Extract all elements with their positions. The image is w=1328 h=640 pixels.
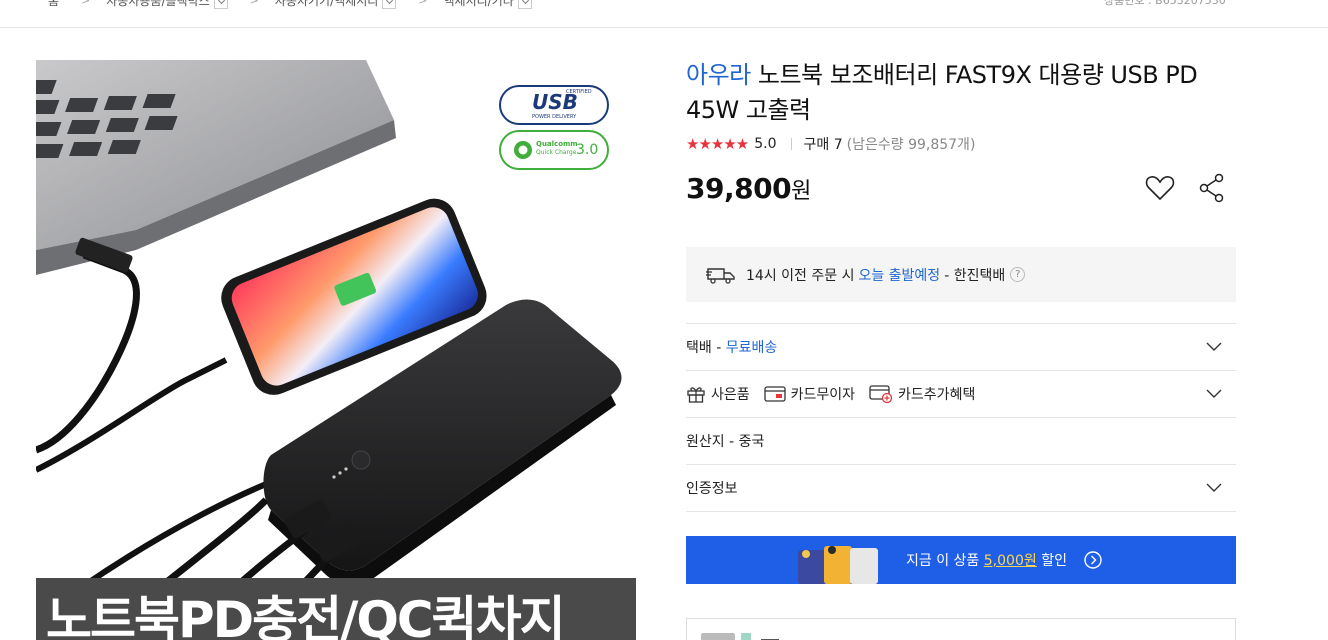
chevron-down-icon[interactable] [1206,385,1222,401]
price-row: 39,800원 [686,172,1236,216]
share-icon[interactable] [1196,172,1228,204]
purchase-count: 구매 7 [803,137,843,153]
breadcrumb-bar: 홈 > 자동차용품/블랙박스 > 자동차기기/액세서리 > 액세서리/기타 상품… [0,0,1328,28]
breadcrumb-label: 액세서리/기타 [443,0,514,8]
delivery-label: 택배 - [686,340,722,356]
usb-certified-label: CERTIFIED [566,89,592,95]
delivery-row[interactable]: 택배 - 무료배송 [686,324,1236,371]
benefit-gift-label: 사은품 [711,387,750,403]
price: 39,800원 [686,172,811,205]
breadcrumb-home[interactable]: 홈 [48,0,59,9]
benefit-installment-label: 카드무이자 [790,387,856,403]
chevron-down-icon[interactable] [1206,338,1222,354]
banner-prefix: 지금 이 상품 [906,553,980,569]
breadcrumb-item[interactable]: > 자동차기기/액세서리 [228,0,397,9]
product-name: 노트북 보조배터리 FAST9X 대용량 USB PD 45W 고출력 [686,61,1198,124]
dropdown-icon[interactable] [382,0,397,9]
price-currency: 원 [791,179,811,204]
banner-text: 지금 이 상품 5,000원 할인 [906,550,1067,570]
breadcrumb-item[interactable]: > 자동차용품/블랙박스 [59,0,228,9]
delivery-value: 무료배송 [725,340,778,356]
origin-row: 원산지 - 중국 [686,418,1236,465]
card-icon [763,386,786,402]
wishlist-heart-icon[interactable] [1144,172,1176,204]
benefit-gift[interactable]: 사은품 [686,384,750,404]
certification-label: 인증정보 [686,481,738,497]
chevron-right-icon: > [418,0,428,7]
certification-row[interactable]: 인증정보 [686,465,1236,512]
shipping-highlight: 오늘 출발예정 [858,267,941,284]
shipping-prefix: 14시 이전 주문 시 [746,267,855,284]
qc-brand: Qualcomm [536,140,578,148]
breadcrumb-home-label: 홈 [48,0,60,8]
benefit-card[interactable]: 카드추가혜택 [869,384,975,404]
chevron-right-icon: > [81,0,91,7]
card-plus-icon [869,385,893,404]
rating-stars[interactable]: ★★★★★ [686,135,749,153]
dropdown-icon[interactable] [517,0,532,9]
product-number: 상품번호 : B653207530 [1104,0,1226,7]
arrow-right-circle-icon[interactable] [1084,551,1102,569]
option-rows: 택배 - 무료배송 사은품 카드무이자 카드추가혜택 원산지 - 중국 인증정보 [686,323,1236,512]
discount-banner[interactable]: 지금 이 상품 5,000원 할인 [686,536,1236,584]
divider [790,138,792,150]
banner-amount: 5,000원 [983,553,1037,569]
truck-icon [706,267,735,284]
rating-row: ★★★★★ 5.0 구매 7 (남은수량 99,857개) [686,134,1236,154]
breadcrumb-item[interactable]: > 액세서리/기타 [396,0,532,9]
price-value: 39,800 [686,172,792,205]
remaining-stock: (남은수량 99,857개) [846,137,976,153]
dropdown-icon[interactable] [213,0,228,9]
chevron-right-icon: > [249,0,259,7]
breadcrumb-label: 자동차용품/블랙박스 [106,0,210,8]
product-title: 아우라 노트북 보조배터리 FAST9X 대용량 USB PD 45W 고출력 [686,58,1236,128]
breadcrumb-label: 자동차기기/액세서리 [274,0,379,8]
image-caption: 노트북PD충전/QC퀵차지 [46,591,566,640]
product-info: 아우라 노트북 보조배터리 FAST9X 대용량 USB PD 45W 고출력 … [686,58,1236,640]
qc-name: Quick Charge [536,149,577,156]
product-image: USB CERTIFIED POWER DELIVERY Qualcomm Qu… [36,60,636,640]
option-thumbnail [701,633,779,640]
qc-version: 3.0 [576,142,599,158]
shipping-info: 14시 이전 주문 시 오늘 출발예정 - 한진택배 ? [686,247,1236,302]
banner-suffix: 할인 [1041,553,1067,569]
usb-pd-label: POWER DELIVERY [532,114,577,120]
origin-label: 원산지 - 중국 [686,434,765,450]
benefit-installment[interactable]: 카드무이자 [763,384,856,404]
coupon-cards-illustration [798,546,878,584]
shipping-carrier: - 한진택배 [944,267,1006,284]
benefits-row[interactable]: 사은품 카드무이자 카드추가혜택 [686,371,1236,418]
brand-link[interactable]: 아우라 [686,61,751,89]
benefit-card-label: 카드추가혜택 [898,387,976,403]
chevron-down-icon[interactable] [1206,479,1222,495]
help-icon[interactable]: ? [1010,267,1026,282]
option-select-box[interactable] [686,618,1236,640]
rating-score: 5.0 [754,136,777,152]
gift-icon [687,387,705,403]
breadcrumb: 홈 > 자동차용품/블랙박스 > 자동차기기/액세서리 > 액세서리/기타 [48,0,532,9]
